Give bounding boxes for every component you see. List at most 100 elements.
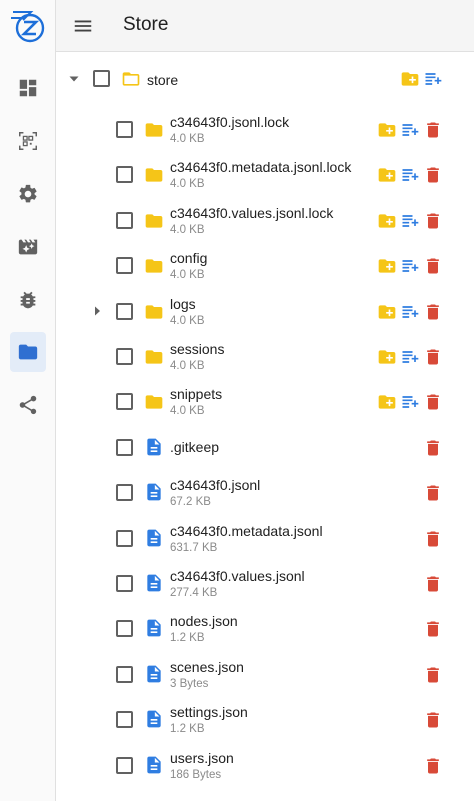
folder-icon — [145, 168, 163, 182]
item-checkbox[interactable] — [116, 257, 133, 274]
item-checkbox[interactable] — [116, 348, 133, 365]
nav-dashboard[interactable] — [10, 68, 46, 108]
item-checkbox[interactable] — [116, 439, 133, 456]
root-new-folder-button[interactable] — [400, 69, 420, 89]
note-add-icon — [402, 124, 419, 136]
new-file-button[interactable] — [400, 120, 420, 140]
folder-row[interactable]: c34643f0.values.jsonl.lock 4.0 KB — [56, 200, 474, 244]
note-add-icon — [402, 260, 419, 272]
item-checkbox[interactable] — [116, 575, 133, 592]
note-add-icon — [402, 215, 419, 227]
nav-debug[interactable] — [10, 280, 46, 320]
folder-row[interactable]: sessions 4.0 KB — [56, 336, 474, 380]
item-checkbox[interactable] — [116, 484, 133, 501]
file-tree: store c34643f0.jsonl.lock 4.0 KB c34643f0.… — [56, 52, 474, 801]
nav-settings[interactable] — [10, 174, 46, 214]
item-name: c34643f0.metadata.jsonl — [170, 523, 323, 539]
new-file-button[interactable] — [400, 302, 420, 322]
delete-button[interactable] — [423, 120, 443, 140]
new-subfolder-button[interactable] — [377, 165, 397, 185]
create-new-folder-icon — [378, 168, 396, 182]
root-checkbox[interactable] — [93, 70, 110, 87]
file-row[interactable]: nodes.json 1.2 KB — [56, 608, 474, 652]
create-new-folder-icon — [401, 72, 419, 86]
new-subfolder-button[interactable] — [377, 392, 397, 412]
new-subfolder-button[interactable] — [377, 347, 397, 367]
file-row[interactable]: users.json 186 Bytes — [56, 745, 474, 789]
new-file-button[interactable] — [400, 165, 420, 185]
folder-row[interactable]: snippets 4.0 KB — [56, 381, 474, 425]
item-checkbox[interactable] — [116, 121, 133, 138]
create-new-folder-icon — [378, 259, 396, 273]
file-row[interactable]: c34643f0.jsonl 67.2 KB — [56, 472, 474, 516]
new-subfolder-button[interactable] — [377, 211, 397, 231]
root-new-file-button[interactable] — [423, 69, 443, 89]
item-checkbox[interactable] — [116, 666, 133, 683]
delete-button[interactable] — [423, 211, 443, 231]
delete-button[interactable] — [423, 438, 443, 458]
new-subfolder-button[interactable] — [377, 302, 397, 322]
item-checkbox[interactable] — [116, 212, 133, 229]
folder-row[interactable]: c34643f0.jsonl.lock 4.0 KB — [56, 109, 474, 153]
delete-button[interactable] — [423, 710, 443, 730]
file-row[interactable]: c34643f0.values.jsonl 277.4 KB — [56, 563, 474, 607]
nav-movie-filter[interactable] — [10, 227, 46, 267]
item-checkbox[interactable] — [116, 393, 133, 410]
item-size: 277.4 KB — [170, 587, 218, 599]
item-checkbox[interactable] — [116, 711, 133, 728]
file-row[interactable]: settings.json 1.2 KB — [56, 699, 474, 743]
delete-button[interactable] — [423, 619, 443, 639]
new-file-button[interactable] — [400, 256, 420, 276]
folder-icon — [145, 350, 163, 364]
folder-icon — [145, 305, 163, 319]
delete-icon — [427, 712, 439, 728]
nav-files[interactable] — [10, 332, 46, 372]
nav-qr-scanner[interactable] — [10, 121, 46, 161]
collapse-toggle[interactable] — [67, 72, 81, 86]
page-title: Store — [123, 14, 169, 35]
folder-row[interactable]: c34643f0.metadata.jsonl.lock 4.0 KB — [56, 154, 474, 198]
folder-row[interactable]: config 4.0 KB — [56, 245, 474, 289]
item-checkbox[interactable] — [116, 757, 133, 774]
file-row[interactable]: scenes.json 3 Bytes — [56, 654, 474, 698]
item-checkbox[interactable] — [116, 303, 133, 320]
delete-button[interactable] — [423, 756, 443, 776]
app-logo-icon[interactable] — [9, 6, 47, 44]
tree-root-row[interactable]: store — [56, 64, 474, 96]
delete-icon — [427, 531, 439, 547]
expand-toggle[interactable] — [90, 304, 104, 318]
item-checkbox[interactable] — [116, 530, 133, 547]
new-file-button[interactable] — [400, 211, 420, 231]
new-file-button[interactable] — [400, 347, 420, 367]
delete-button[interactable] — [423, 302, 443, 322]
delete-button[interactable] — [423, 665, 443, 685]
delete-button[interactable] — [423, 529, 443, 549]
folder-row[interactable]: logs 4.0 KB — [56, 291, 474, 335]
item-name: logs — [170, 296, 196, 312]
item-checkbox[interactable] — [116, 166, 133, 183]
file-row[interactable]: .gitkeep — [56, 427, 474, 471]
file-row[interactable]: c34643f0.metadata.jsonl 631.7 KB — [56, 518, 474, 562]
item-name: config — [170, 250, 208, 266]
new-subfolder-button[interactable] — [377, 256, 397, 276]
item-name: settings.json — [170, 704, 248, 720]
delete-button[interactable] — [423, 392, 443, 412]
menu-button[interactable] — [70, 13, 96, 39]
new-subfolder-button[interactable] — [377, 120, 397, 140]
new-file-button[interactable] — [400, 392, 420, 412]
nav-share[interactable] — [10, 385, 46, 425]
item-checkbox[interactable] — [116, 620, 133, 637]
item-name: users.json — [170, 750, 234, 766]
folder-icon — [145, 123, 163, 137]
item-name: nodes.json — [170, 613, 238, 629]
delete-button[interactable] — [423, 574, 443, 594]
item-name: c34643f0.values.jsonl.lock — [170, 205, 334, 221]
delete-button[interactable] — [423, 256, 443, 276]
delete-button[interactable] — [423, 165, 443, 185]
delete-button[interactable] — [423, 347, 443, 367]
item-size: 4.0 KB — [170, 224, 205, 236]
delete-icon — [427, 304, 439, 320]
delete-button[interactable] — [423, 483, 443, 503]
top-app-bar: Store — [56, 0, 474, 52]
file-document-icon — [147, 574, 161, 592]
